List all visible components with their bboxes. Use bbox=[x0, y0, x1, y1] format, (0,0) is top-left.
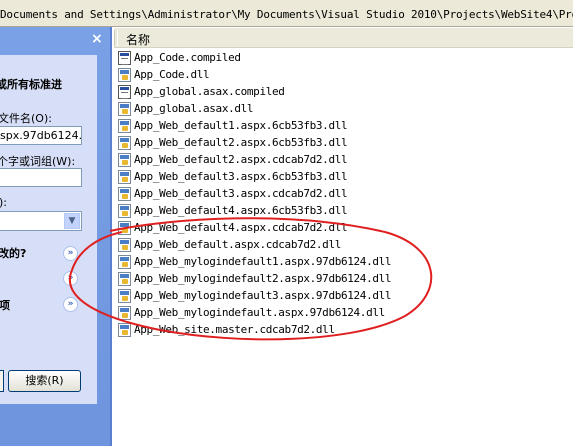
annotation-ellipse bbox=[69, 217, 433, 341]
